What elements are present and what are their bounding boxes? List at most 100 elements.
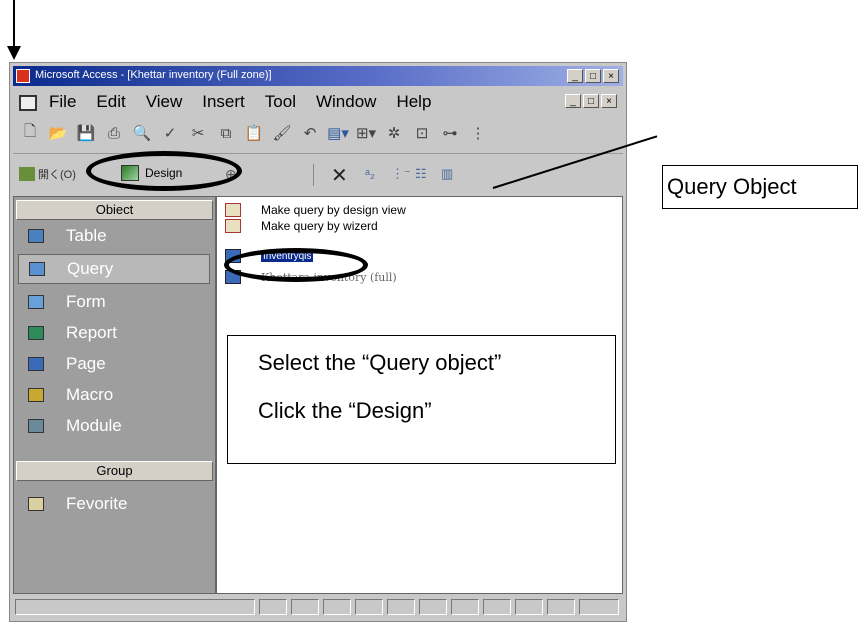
object-table[interactable]: Table <box>18 221 210 251</box>
wizard-icon <box>225 203 241 217</box>
paste-icon[interactable]: 📋 <box>243 122 265 144</box>
group-favorites[interactable]: Fevorite <box>18 489 210 519</box>
object-query-label: Query <box>67 259 114 278</box>
small-icons-icon[interactable]: ⋮⁻ <box>391 166 411 182</box>
undo-icon[interactable]: ↶ <box>299 122 321 144</box>
object-report[interactable]: Report <box>18 318 210 348</box>
database-window-icon[interactable] <box>17 93 39 111</box>
open-button[interactable]: 開く(O) <box>19 166 76 182</box>
print-icon[interactable]: ⎙ <box>103 122 125 144</box>
toolbar-more-icon[interactable]: ⋮ <box>467 122 489 144</box>
object-macro-label: Macro <box>66 385 114 404</box>
design-highlight-ellipse <box>86 151 242 191</box>
menu-window[interactable]: Window <box>316 92 376 112</box>
open-folder-icon[interactable]: 📂 <box>47 122 69 144</box>
objects-pane: Obiect Table Query Form Report Page Macr… <box>13 196 216 594</box>
macro-icon <box>28 388 44 402</box>
object-module[interactable]: Module <box>18 411 210 441</box>
status-cell <box>451 599 479 615</box>
window-title: Microsoft Access - [Khettar inventory (F… <box>35 69 272 81</box>
object-table-label: Table <box>66 226 107 245</box>
object-page[interactable]: Page <box>18 349 210 379</box>
page-icon <box>28 357 44 371</box>
menu-tool[interactable]: Tool <box>265 92 296 112</box>
copy-icon[interactable]: ⧉ <box>215 122 237 144</box>
open-icon <box>19 167 35 181</box>
object-macro[interactable]: Macro <box>18 380 210 410</box>
code-icon[interactable]: ✲ <box>383 122 405 144</box>
query-object-callout: Query Object <box>662 165 858 209</box>
instruction-box: Select the “Query object” Click the “Des… <box>227 335 616 464</box>
title-bar[interactable]: Microsoft Access - [Khettar inventory (F… <box>13 66 623 86</box>
status-cell <box>515 599 543 615</box>
status-cell <box>483 599 511 615</box>
object-report-label: Report <box>66 323 118 342</box>
object-form-label: Form <box>66 292 106 311</box>
new-file-icon[interactable]: 🗋 <box>19 122 41 144</box>
status-cell <box>291 599 319 615</box>
doc-restore-button[interactable]: □ <box>583 94 599 108</box>
toolbar-divider <box>13 153 623 154</box>
pointer-arrow-head <box>7 46 21 60</box>
instruction-click: Click the “Design” <box>258 398 432 423</box>
analyze-icon[interactable]: ⊞▾ <box>355 122 377 144</box>
details-view-icon[interactable]: ▥ <box>441 166 459 182</box>
status-cell <box>323 599 351 615</box>
large-icons-icon[interactable]: ᵃ₂ <box>365 166 383 182</box>
menu-edit[interactable]: Edit <box>96 92 125 112</box>
office-links-icon[interactable]: ▤▾ <box>327 122 349 144</box>
pointer-arrow-line <box>13 0 15 48</box>
list-item-design-view-label: Make query by design view <box>261 203 406 217</box>
access-app-icon[interactable] <box>16 69 30 83</box>
module-icon <box>28 419 44 433</box>
status-cell <box>387 599 415 615</box>
doc-minimize-button[interactable]: _ <box>565 94 581 108</box>
save-icon[interactable]: 💾 <box>75 122 97 144</box>
status-cell <box>355 599 383 615</box>
maximize-button[interactable]: □ <box>585 69 601 83</box>
status-cell <box>419 599 447 615</box>
doc-close-button[interactable]: × <box>601 94 617 108</box>
list-item-wizard[interactable]: Make query by wizerd <box>225 219 378 233</box>
delete-icon[interactable]: ✕ <box>331 163 348 188</box>
status-bar <box>13 597 623 617</box>
status-message <box>15 599 255 615</box>
status-cell <box>259 599 287 615</box>
relationships-icon[interactable]: ⊶ <box>439 122 461 144</box>
menu-help[interactable]: Help <box>396 92 431 112</box>
list-view-icon[interactable]: ☷ <box>415 166 433 182</box>
groups-header[interactable]: Group <box>16 461 213 481</box>
standard-toolbar: 🗋 📂 💾 ⎙ 🔍 ✓ ✂ ⧉ 📋 🖌 ↶ ▤▾ ⊞▾ ✲ ⊡ ⊶ ⋮ <box>13 118 623 148</box>
object-query[interactable]: Query <box>18 254 210 284</box>
menu-view[interactable]: View <box>146 92 183 112</box>
open-label: 開く(O) <box>38 169 76 181</box>
table-icon <box>28 229 44 243</box>
print-preview-icon[interactable]: 🔍 <box>131 122 153 144</box>
wizard-icon <box>225 219 241 233</box>
cut-icon[interactable]: ✂ <box>187 122 209 144</box>
format-painter-icon[interactable]: 🖌 <box>271 122 293 144</box>
properties-icon[interactable]: ⊡ <box>411 122 433 144</box>
menu-file[interactable]: File <box>49 92 76 112</box>
spellcheck-icon[interactable]: ✓ <box>159 122 181 144</box>
query-icon <box>29 262 45 276</box>
menu-bar: File Edit View Insert Tool Window Help _… <box>13 88 623 116</box>
object-module-label: Module <box>66 416 122 435</box>
object-form[interactable]: Form <box>18 287 210 317</box>
list-item-design-view[interactable]: Make query by design view <box>225 203 406 217</box>
instruction-select: Select the “Query object” <box>258 350 502 375</box>
list-item-wizard-label: Make query by wizerd <box>261 219 378 233</box>
report-icon <box>28 326 44 340</box>
form-icon <box>28 295 44 309</box>
group-favorites-label: Fevorite <box>66 494 128 513</box>
status-cell <box>547 599 575 615</box>
minimize-button[interactable]: _ <box>567 69 583 83</box>
menu-insert[interactable]: Insert <box>202 92 245 112</box>
object-page-label: Page <box>66 354 106 373</box>
query-highlight-ellipse <box>224 248 368 282</box>
folder-icon <box>28 497 44 511</box>
objbar-separator <box>313 164 314 186</box>
close-button[interactable]: × <box>603 69 619 83</box>
objects-header[interactable]: Obiect <box>16 200 213 220</box>
resize-grip[interactable] <box>579 599 619 615</box>
